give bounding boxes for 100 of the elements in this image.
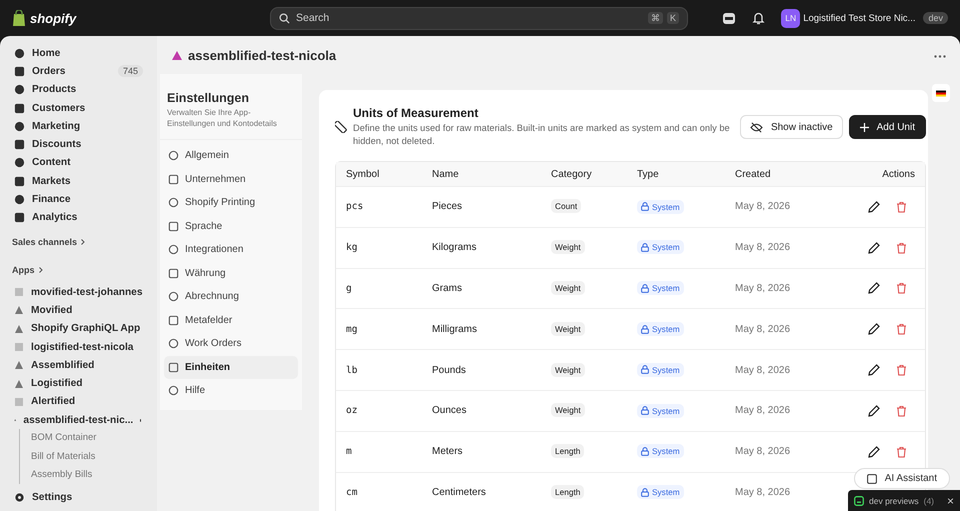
settings-menu-item[interactable]: Shopify Printing xyxy=(164,191,298,214)
name-cell-text: Milligrams xyxy=(431,324,478,335)
trash-icon[interactable] xyxy=(896,200,907,213)
lock-icon xyxy=(641,324,649,334)
settings-menu-item[interactable]: Einheiten xyxy=(164,356,298,379)
dev-previews-bar[interactable]: dev previews (4) × xyxy=(848,490,960,511)
type-tag: System xyxy=(637,200,684,214)
ai-assistant-button[interactable]: AI Assistant xyxy=(854,468,950,489)
nav-item[interactable]: Markets xyxy=(10,172,147,190)
bell-icon[interactable] xyxy=(752,11,766,25)
settings-menu-item[interactable]: Metafelder xyxy=(164,308,298,332)
pencil-icon[interactable] xyxy=(868,446,880,458)
search-input[interactable]: Search xyxy=(294,11,644,25)
order-count: 745 xyxy=(118,65,143,78)
trash-icon[interactable] xyxy=(896,242,907,254)
app-item[interactable]: Movified xyxy=(10,301,147,320)
add-unit-button[interactable]: Add Unit xyxy=(848,115,926,139)
trash-icon[interactable] xyxy=(896,364,907,376)
app-item[interactable]: Assemblified xyxy=(10,356,147,374)
nav-item[interactable]: Customers xyxy=(10,98,147,118)
app-item[interactable]: Alertified xyxy=(10,392,147,412)
card-description: Define the units used for raw materials. Built-in units are marked as system and can only be hidden, not deleted. xyxy=(353,122,731,148)
store-name[interactable]: Logistified Test Store Nic... xyxy=(803,12,916,24)
pencil-icon[interactable] xyxy=(868,323,880,336)
app-item[interactable]: logistified-test-nicola xyxy=(10,338,147,356)
shortcut-key: K xyxy=(666,12,679,24)
eye-slash-icon xyxy=(750,122,763,132)
settings-menu-item[interactable]: Integrationen xyxy=(164,238,298,262)
app-icon xyxy=(14,342,24,352)
date-cell-text: May 8, 2026 xyxy=(734,242,792,254)
app-subitem[interactable]: Assembly Bills xyxy=(31,466,147,484)
settings-link[interactable]: Settings xyxy=(10,488,147,507)
symbol-cell-text: lb xyxy=(345,364,358,376)
pencil-icon[interactable] xyxy=(868,404,880,417)
name-cell-text: Pieces xyxy=(431,201,464,212)
date-cell-text: May 8, 2026 xyxy=(734,486,792,498)
store-avatar[interactable]: LN xyxy=(781,8,800,28)
name-cell-text: Meters xyxy=(431,446,464,458)
date-cell-text: May 8, 2026 xyxy=(734,405,792,416)
column-header: Name xyxy=(431,168,460,180)
type-tag: System xyxy=(637,322,684,336)
settings-menu-item[interactable]: Unternehmen xyxy=(164,168,298,191)
settings-menu-item[interactable]: Währung xyxy=(164,262,298,285)
settings-menu-item[interactable]: Hilfe xyxy=(164,379,298,402)
settings-title: Einstellungen xyxy=(167,91,250,105)
type-tag: System xyxy=(637,404,684,418)
app-icon xyxy=(14,287,24,298)
trash-icon[interactable] xyxy=(896,323,907,336)
sales-channels-link[interactable]: Sales channels xyxy=(12,236,78,247)
column-header: Actions xyxy=(881,168,916,180)
column-header: Created xyxy=(734,168,772,180)
pencil-icon[interactable] xyxy=(868,200,880,213)
search-field[interactable]: Search ⌘ K xyxy=(270,6,688,30)
apps-link[interactable]: Apps xyxy=(12,264,34,275)
nav-item[interactable]: Orders 745 xyxy=(10,62,147,81)
language-button[interactable] xyxy=(932,84,950,102)
app-icon xyxy=(14,396,24,407)
category-tag: Weight xyxy=(551,362,585,377)
trash-icon[interactable] xyxy=(896,446,907,458)
app-subitem[interactable]: BOM Container xyxy=(31,429,147,448)
triangle-icon xyxy=(172,50,182,60)
nav-item[interactable]: Discounts xyxy=(10,135,147,154)
column-header: Category xyxy=(550,168,593,180)
settings-menu-item[interactable]: Allgemein xyxy=(164,144,298,168)
search-icon xyxy=(279,12,290,24)
chevron-right-icon xyxy=(81,238,86,245)
nav-item[interactable]: Finance xyxy=(10,190,147,209)
app-icon xyxy=(14,324,24,334)
app-item[interactable]: movified-test-johannes xyxy=(10,282,147,302)
nav-item[interactable]: Marketing xyxy=(10,117,147,136)
nav-item[interactable]: Analytics xyxy=(10,208,147,227)
app-subitem[interactable]: Bill of Materials xyxy=(31,448,147,466)
type-tag: System xyxy=(637,444,684,458)
date-cell-text: May 8, 2026 xyxy=(734,446,792,458)
store-icon[interactable] xyxy=(722,11,736,25)
app-item[interactable]: assemblified-test-nic... xyxy=(10,411,147,430)
logo-text: shopify xyxy=(30,10,76,26)
trash-icon[interactable] xyxy=(896,404,907,417)
settings-menu-item[interactable]: Abrechnung xyxy=(164,285,298,308)
nav-item[interactable]: Products xyxy=(10,80,147,99)
dev-previews-label: dev previews xyxy=(869,496,919,506)
plus-icon xyxy=(860,122,869,132)
app-item[interactable]: Logistified xyxy=(10,374,147,393)
nav-item[interactable]: Home xyxy=(10,44,147,62)
nav-item[interactable]: Content xyxy=(10,154,147,172)
settings-menu-item[interactable]: Work Orders xyxy=(164,332,298,356)
app-icon xyxy=(14,360,24,370)
close-button[interactable]: × xyxy=(946,494,954,508)
pencil-icon[interactable] xyxy=(868,242,880,254)
app-item[interactable]: Shopify GraphiQL App xyxy=(10,320,147,338)
gear-icon xyxy=(14,492,25,503)
chat-icon xyxy=(866,474,877,484)
category-tag: Length xyxy=(551,444,584,458)
settings-menu-item[interactable]: Sprache xyxy=(164,214,298,238)
category-tag: Weight xyxy=(551,322,585,336)
trash-icon[interactable] xyxy=(896,282,907,294)
name-cell-text: Kilograms xyxy=(431,242,478,254)
category-tag: Length xyxy=(551,484,584,499)
pencil-icon[interactable] xyxy=(868,282,880,294)
pencil-icon[interactable] xyxy=(868,364,880,376)
